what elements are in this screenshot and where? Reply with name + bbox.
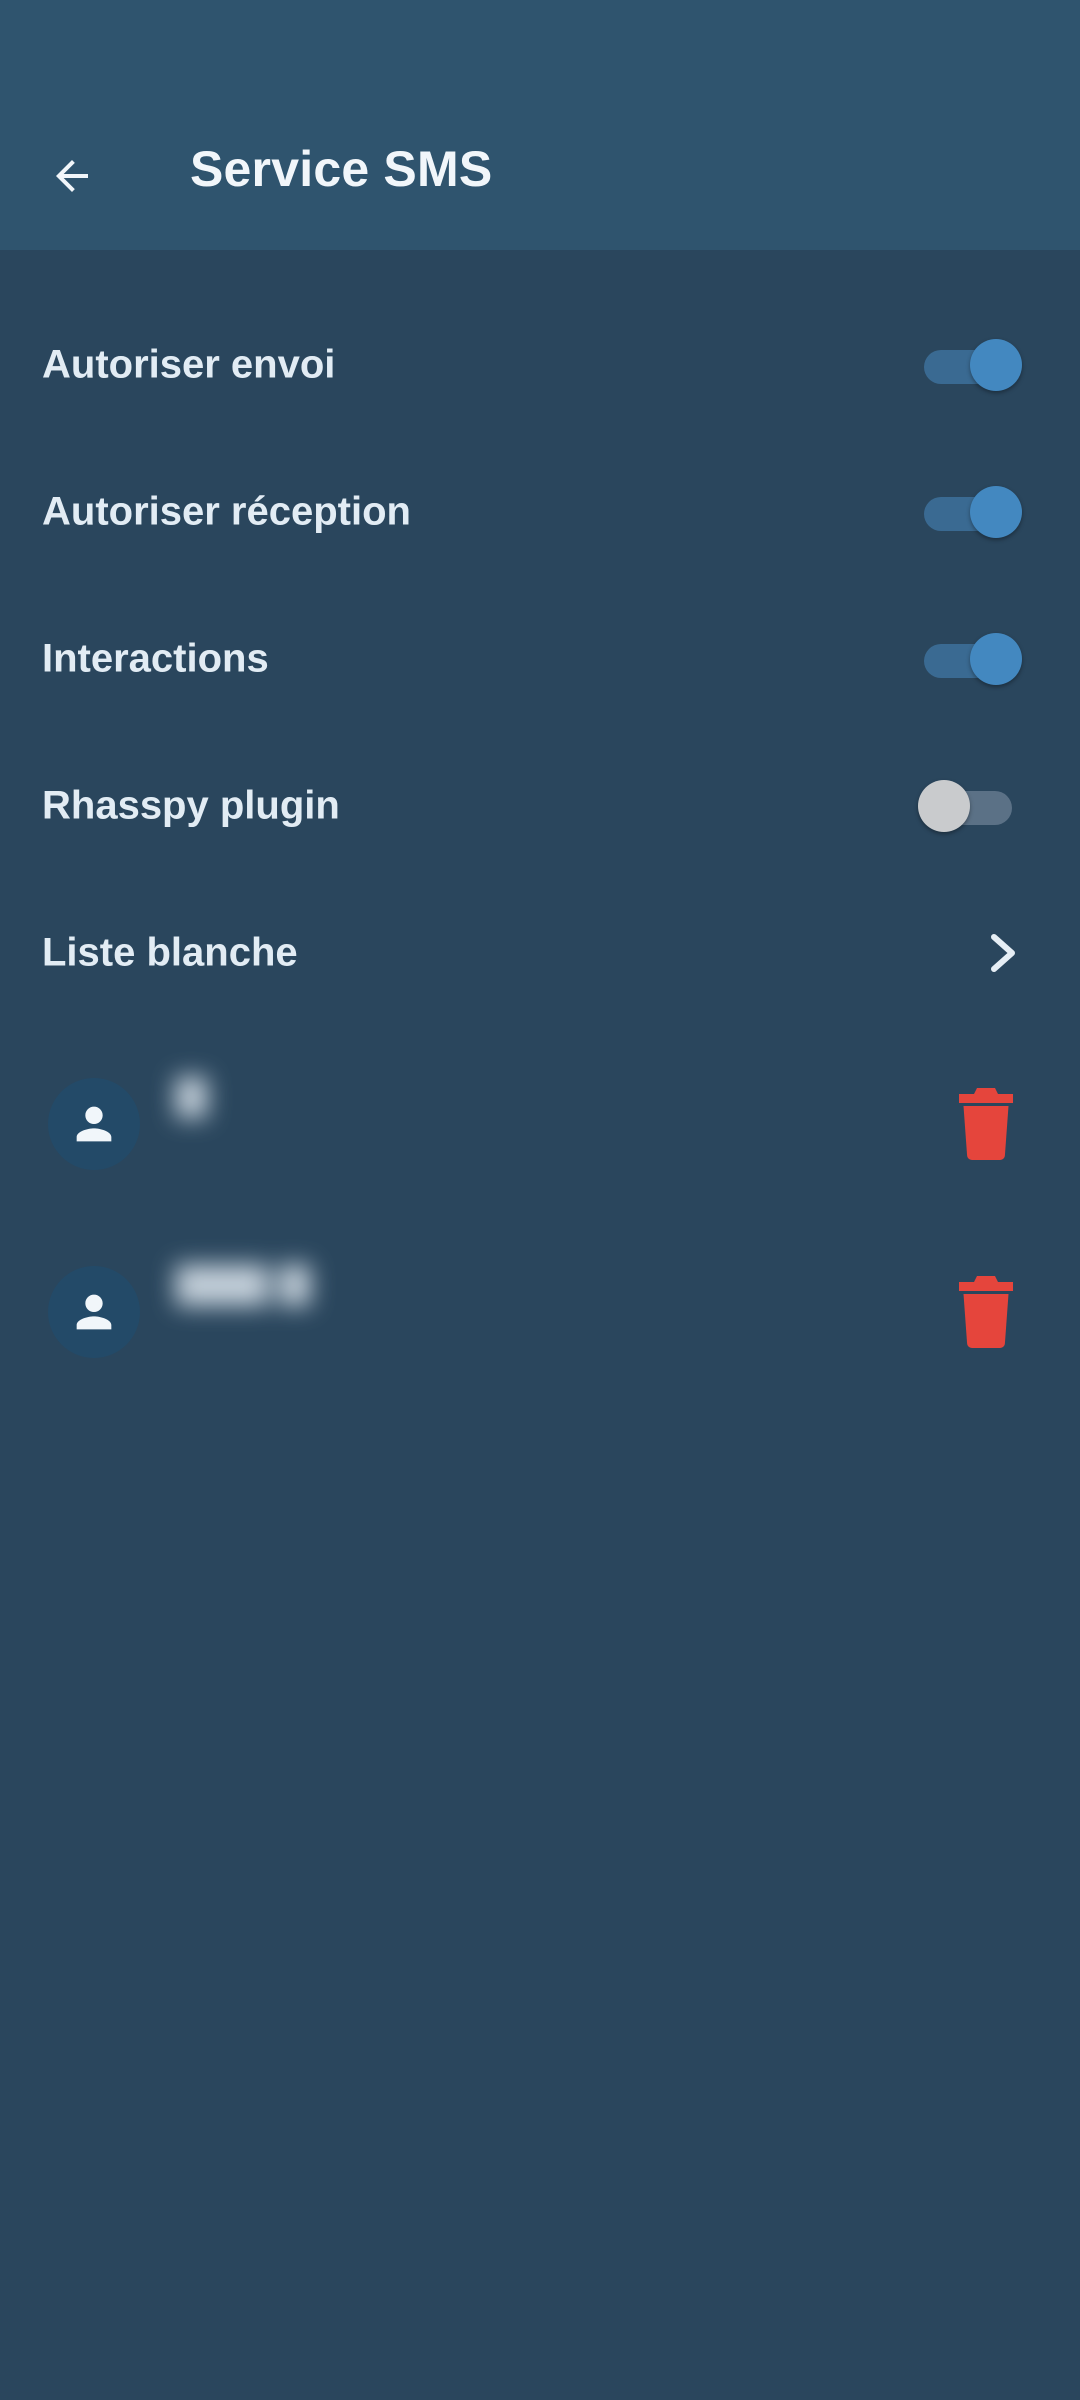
person-icon (76, 1106, 112, 1142)
contact-name: ▇▇▇ ▇ (176, 1261, 311, 1305)
delete-button[interactable] (956, 1088, 1016, 1160)
trash-icon (959, 1276, 1013, 1348)
setting-row-rhasspy-plugin[interactable]: Rhasspy plugin (0, 733, 1080, 879)
toggle-thumb (918, 780, 970, 832)
avatar (48, 1078, 140, 1170)
contact-name: ▇ (176, 1073, 207, 1117)
person-icon (76, 1294, 112, 1330)
back-button[interactable] (36, 128, 108, 224)
trash-icon (959, 1088, 1013, 1160)
toggle-thumb (970, 339, 1022, 391)
setting-row-autoriser-reception[interactable]: Autoriser réception (0, 439, 1080, 585)
chevron-right-icon (991, 934, 1015, 972)
contact-item[interactable]: ▇▇▇ ▇ (0, 1232, 1080, 1392)
whitelist-row[interactable]: Liste blanche (0, 880, 1080, 1026)
whitelist-label: Liste blanche (42, 930, 298, 975)
setting-label: Rhasspy plugin (42, 783, 340, 828)
delete-button[interactable] (956, 1276, 1016, 1348)
toggle-thumb (970, 486, 1022, 538)
toggle-thumb (970, 633, 1022, 685)
setting-row-autoriser-envoi[interactable]: Autoriser envoi (0, 292, 1080, 438)
app-bar: Service SMS (0, 0, 1080, 250)
setting-label: Autoriser envoi (42, 342, 336, 387)
setting-row-interactions[interactable]: Interactions (0, 586, 1080, 732)
setting-label: Autoriser réception (42, 489, 411, 534)
arrow-left-icon (56, 160, 88, 192)
toggle-switch[interactable] (918, 780, 1016, 832)
contact-item[interactable]: ▇ (0, 1044, 1080, 1204)
toggle-switch[interactable] (924, 486, 1022, 538)
toggle-switch[interactable] (924, 339, 1022, 391)
toggle-switch[interactable] (924, 633, 1022, 685)
setting-label: Interactions (42, 636, 269, 681)
page-title: Service SMS (190, 141, 493, 197)
avatar (48, 1266, 140, 1358)
